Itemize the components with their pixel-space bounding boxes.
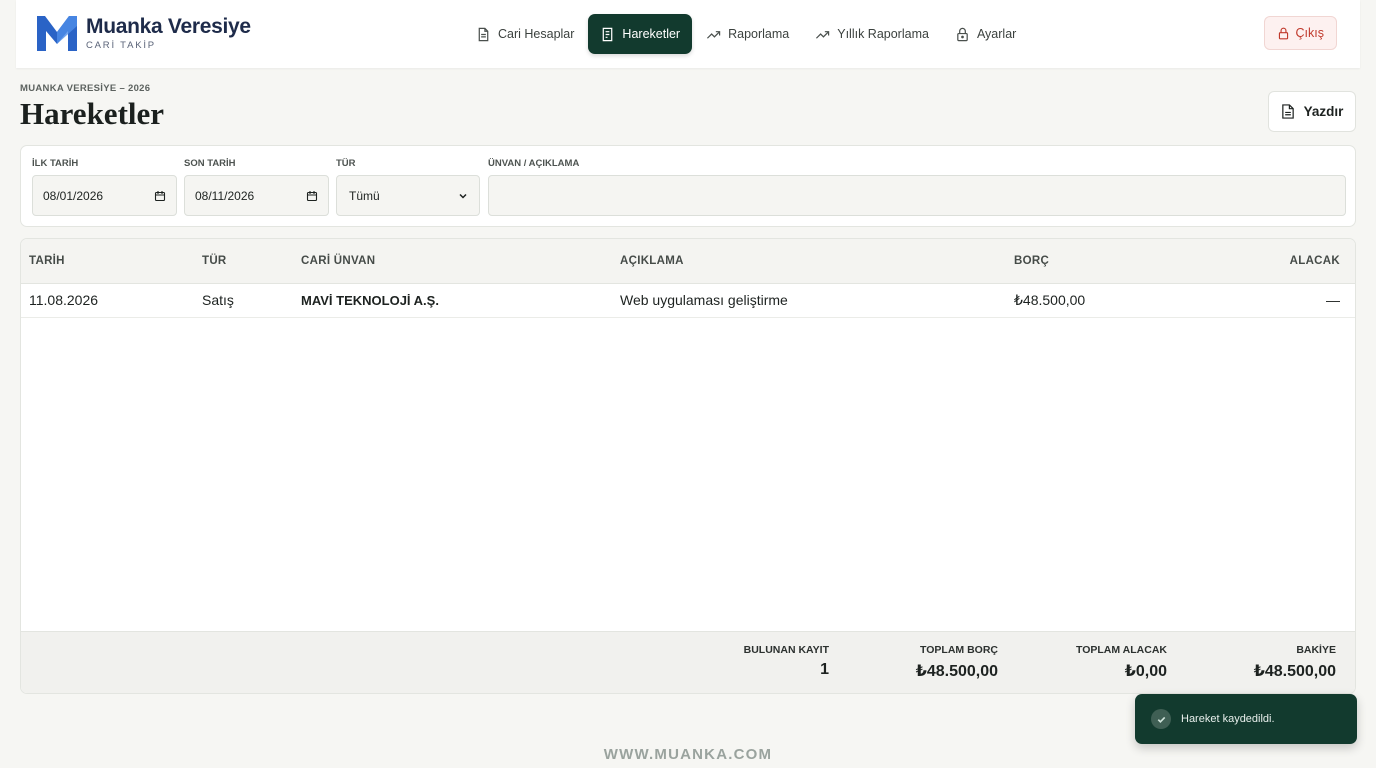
app-subtitle: CARİ TAKİP <box>86 40 156 51</box>
nav-label: Raporlama <box>728 27 790 41</box>
nav-item-cari-hesaplar[interactable]: Cari Hesaplar <box>464 14 586 54</box>
table-header: TARİH TÜR CARİ ÜNVAN AÇIKLAMA BORÇ ALACA… <box>21 239 1355 284</box>
cell-account[interactable]: MAVİ TEKNOLOJİ A.Ş. <box>301 293 439 308</box>
column-header-description[interactable]: AÇIKLAMA <box>620 255 684 267</box>
total-debit-label: TOPLAM BORÇ <box>920 644 998 656</box>
top-navigation-bar: Muanka Veresiye CARİ TAKİP Cari Hesaplar… <box>16 0 1360 68</box>
column-header-debit[interactable]: BORÇ <box>1014 255 1049 267</box>
app-title: Muanka Veresiye <box>86 15 251 38</box>
type-label: TÜR <box>336 158 356 169</box>
filter-panel: İLK TARİH 08/01/2026 SON TARİH 08/11/202… <box>20 145 1356 227</box>
trending-up-icon <box>816 30 830 39</box>
brand-logo[interactable]: Muanka Veresiye CARİ TAKİP <box>36 14 251 52</box>
type-selected-value: Tümü <box>349 188 380 203</box>
nav-item-hareketler[interactable]: Hareketler <box>588 14 693 54</box>
page-title: Hareketler <box>20 96 165 131</box>
nav-item-ayarlar[interactable]: Ayarlar <box>943 14 1028 54</box>
transactions-table: TARİH TÜR CARİ ÜNVAN AÇIKLAMA BORÇ ALACA… <box>20 238 1356 694</box>
nav-label: Ayarlar <box>976 27 1017 41</box>
column-header-type[interactable]: TÜR <box>202 255 227 267</box>
end-date-input[interactable]: 08/11/2026 <box>184 175 329 216</box>
receipt-icon <box>603 27 613 41</box>
column-header-account[interactable]: CARİ ÜNVAN <box>301 255 375 267</box>
logo-m-icon <box>37 16 77 51</box>
logout-label: Çıkış <box>1295 26 1324 40</box>
print-label: Yazdır <box>1303 104 1344 119</box>
record-count-label: BULUNAN KAYIT <box>743 644 829 656</box>
end-date-label: SON TARİH <box>184 158 236 169</box>
nav-item-raporlama[interactable]: Raporlama <box>694 14 801 54</box>
end-date-value: 08/11/2026 <box>195 188 255 203</box>
toast-message: Hareket kaydedildi. <box>1181 713 1275 725</box>
site-footer-link[interactable]: WWW.MUANKA.COM <box>0 746 1376 763</box>
breadcrumb: MUANKA VERESİYE – 2026 <box>20 83 151 94</box>
nav-label: Hareketler <box>622 27 681 41</box>
cell-credit: — <box>1326 292 1340 308</box>
table-summary: BULUNAN KAYIT 1 TOPLAM BORÇ ₺48.500,00 T… <box>21 631 1355 693</box>
chevron-down-icon <box>459 193 467 199</box>
trending-up-icon <box>707 30 721 39</box>
type-select[interactable]: Tümü <box>336 175 480 216</box>
cell-type: Satış <box>202 292 234 308</box>
cell-debit: ₺48.500,00 <box>1014 292 1086 308</box>
column-header-credit[interactable]: ALACAK <box>1290 255 1340 267</box>
cell-description: Web uygulaması geliştirme <box>620 292 788 308</box>
balance-label: BAKİYE <box>1296 644 1336 656</box>
total-credit-value: ₺0,00 <box>1124 663 1167 680</box>
table-row[interactable]: 11.08.2026 Satış MAVİ TEKNOLOJİ A.Ş. Web… <box>21 284 1355 318</box>
lock-icon <box>1278 27 1288 39</box>
print-button[interactable]: Yazdır <box>1268 91 1356 132</box>
total-debit-value: ₺48.500,00 <box>915 663 998 680</box>
nav-label: Cari Hesaplar <box>498 27 575 41</box>
calendar-icon <box>306 190 318 201</box>
start-date-label: İLK TARİH <box>32 158 79 169</box>
search-label: ÜNVAN / AÇIKLAMA <box>488 158 580 169</box>
cell-date: 11.08.2026 <box>29 292 99 308</box>
logout-button[interactable]: Çıkış <box>1263 16 1337 50</box>
search-input[interactable] <box>488 175 1346 216</box>
success-toast: Hareket kaydedildi. <box>1135 694 1357 744</box>
start-date-input[interactable]: 08/01/2026 <box>32 175 177 216</box>
main-nav: Cari Hesaplar Hareketler Raporlama Yıllı… <box>464 14 1030 54</box>
balance-value: ₺48.500,00 <box>1253 663 1336 680</box>
print-document-icon <box>1281 104 1294 119</box>
record-count-value: 1 <box>820 661 829 678</box>
start-date-value: 08/01/2026 <box>43 188 104 203</box>
lock-icon <box>957 27 968 41</box>
nav-label: Yıllık Raporlama <box>837 27 929 41</box>
column-header-date[interactable]: TARİH <box>29 255 65 267</box>
check-icon <box>1151 709 1171 729</box>
document-icon <box>478 27 489 41</box>
calendar-icon <box>154 190 166 201</box>
total-credit-label: TOPLAM ALACAK <box>1076 644 1167 656</box>
nav-item-yillik-raporlama[interactable]: Yıllık Raporlama <box>803 14 941 54</box>
